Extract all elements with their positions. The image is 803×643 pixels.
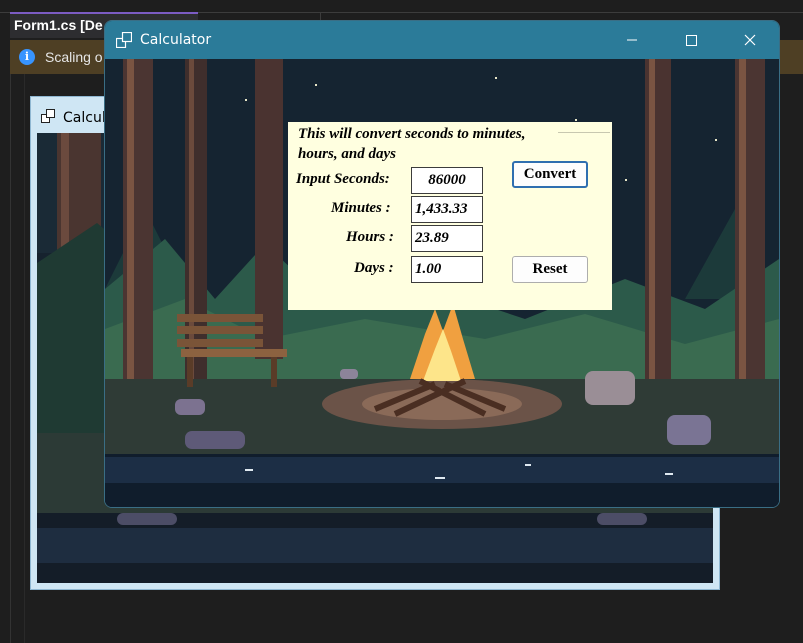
window-client-area: This will convert seconds to minutes, ho…: [105, 59, 779, 507]
reset-button[interactable]: Reset: [512, 256, 588, 283]
days-output: 1.00: [411, 256, 483, 283]
editor-left-border: [10, 74, 11, 643]
window-app-icon: [41, 109, 55, 123]
maximize-icon: [686, 35, 697, 46]
hours-output: 23.89: [411, 225, 483, 252]
window-title: Calculator: [140, 32, 212, 48]
minimize-button[interactable]: [603, 21, 661, 59]
maximize-button[interactable]: [662, 21, 720, 59]
designer-form-title: Calcul: [63, 110, 106, 126]
close-button[interactable]: [721, 21, 779, 59]
editor-tab-label: Form1.cs [De: [14, 17, 103, 33]
groupbox-border: [558, 132, 610, 133]
input-seconds-field[interactable]: 86000: [411, 167, 483, 194]
hours-label: Hours :: [346, 229, 394, 245]
minutes-output: 1,433.33: [411, 196, 483, 223]
title-bar[interactable]: Calculator: [105, 21, 779, 59]
minimize-icon: [627, 39, 637, 41]
converter-panel: This will convert seconds to minutes, ho…: [288, 122, 612, 310]
info-icon: i: [19, 49, 35, 65]
convert-button[interactable]: Convert: [512, 161, 588, 188]
close-icon: [744, 34, 756, 46]
description-label: This will convert seconds to minutes, ho…: [298, 126, 526, 162]
window-app-icon: [116, 32, 132, 48]
input-seconds-label: Input Seconds:: [296, 171, 390, 187]
editor-gutter-line: [24, 74, 25, 643]
info-bar-text: Scaling o: [45, 49, 103, 65]
minutes-label: Minutes :: [331, 200, 391, 216]
days-label: Days :: [354, 260, 394, 276]
calculator-window[interactable]: Calculator This will convert seconds to …: [104, 20, 780, 508]
